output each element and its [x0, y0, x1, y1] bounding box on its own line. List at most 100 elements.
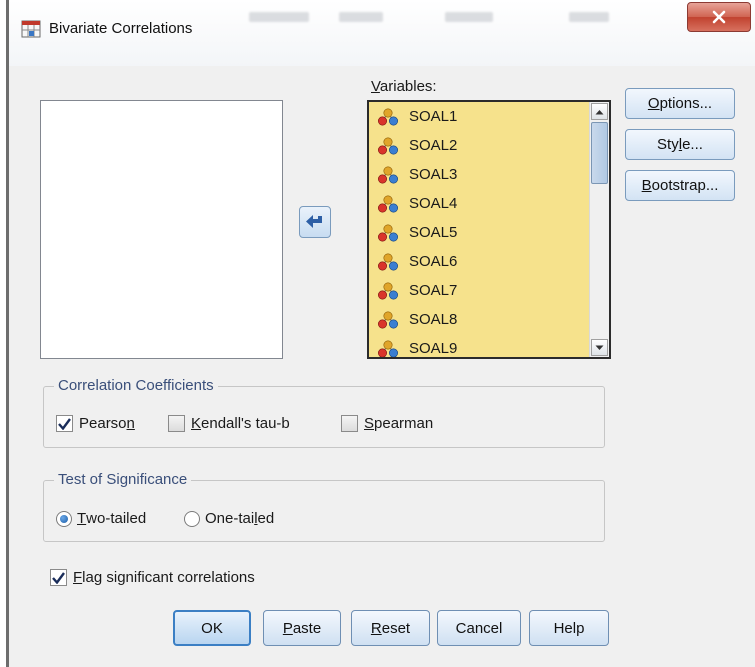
button-text: ptions... — [659, 95, 713, 112]
mnemonic-char: T — [77, 510, 87, 527]
move-variables-button[interactable] — [299, 206, 331, 238]
paste-button[interactable]: Paste — [263, 610, 341, 646]
option-text: Pearso — [79, 415, 127, 432]
button-text: Cancel — [455, 619, 503, 637]
mnemonic-char: F — [73, 569, 83, 586]
mnemonic-char: P — [282, 619, 293, 637]
help-button[interactable]: Help — [529, 610, 609, 646]
option-text: endall's tau-b — [201, 415, 290, 432]
variable-name: SOAL9 — [409, 340, 458, 357]
group-legend: Correlation Coefficients — [54, 377, 218, 394]
scale-variable-icon — [378, 224, 398, 241]
variable-items: SOAL1 SOAL2 SOAL3 SOAL4 SOAL5 SOAL6 SOAL7 SOAL8… — [369, 102, 609, 357]
variable-item[interactable]: SOAL6 — [369, 247, 609, 276]
variable-item[interactable]: SOAL7 — [369, 276, 609, 305]
mnemonic-char: S — [364, 415, 375, 432]
variable-name: SOAL1 — [409, 108, 458, 125]
mnemonic-char: n — [126, 415, 135, 432]
button-text: e... — [682, 136, 703, 153]
correlation-dialog-icon — [21, 20, 41, 38]
variable-name: SOAL7 — [409, 282, 458, 299]
scale-variable-icon — [378, 137, 398, 154]
source-variable-list[interactable] — [40, 100, 283, 359]
kendall-checkbox[interactable]: Kendall's tau-b — [168, 415, 290, 432]
scale-variable-icon — [378, 253, 398, 270]
button-text: Sty — [657, 136, 679, 153]
mnemonic-char: R — [370, 619, 382, 637]
one-tailed-radio[interactable]: One-tai l ed — [184, 510, 274, 527]
style-button[interactable]: Sty l e... — [625, 129, 735, 160]
scale-variable-icon — [378, 311, 398, 328]
pearson-checkbox[interactable]: Pearso n — [56, 415, 135, 432]
scale-variable-icon — [378, 340, 398, 357]
two-tailed-radio[interactable]: Two-tailed — [56, 510, 146, 527]
button-text: eset — [381, 619, 411, 637]
radio-button[interactable] — [184, 510, 200, 527]
spearman-checkbox[interactable]: Spearman — [341, 415, 433, 432]
variable-name: SOAL3 — [409, 166, 458, 183]
variable-item[interactable]: SOAL5 — [369, 218, 609, 247]
radio-button[interactable] — [56, 510, 72, 527]
close-button[interactable] — [687, 2, 751, 32]
checkbox-box[interactable] — [50, 569, 67, 586]
scale-variable-icon — [378, 108, 398, 125]
variable-item[interactable]: SOAL4 — [369, 189, 609, 218]
button-text: Help — [553, 619, 585, 637]
checkmark-icon — [58, 417, 71, 430]
options-button[interactable]: Options... — [625, 88, 735, 119]
scroll-down-button[interactable] — [591, 339, 608, 356]
button-text: aste — [292, 619, 322, 637]
scroll-thumb[interactable] — [591, 122, 608, 184]
scale-variable-icon — [378, 166, 398, 183]
bootstrap-button[interactable]: Bootstrap... — [625, 170, 735, 201]
variable-item[interactable]: SOAL3 — [369, 160, 609, 189]
checkmark-icon — [52, 571, 65, 584]
variable-name: SOAL6 — [409, 253, 458, 270]
mnemonic-char: V — [371, 78, 380, 95]
mnemonic-char: B — [641, 177, 652, 194]
button-text: ootstrap... — [651, 177, 719, 194]
group-legend: Test of Significance — [54, 471, 192, 488]
option-text: One-tai — [205, 510, 255, 527]
dialog-window: Bivariate Correlations Variables: SOAL1 S… — [6, 0, 755, 667]
scale-variable-icon — [378, 195, 398, 212]
label-text: ariables: — [379, 78, 437, 95]
variable-item[interactable]: SOAL9 — [369, 334, 609, 357]
checkbox-box[interactable] — [341, 415, 358, 432]
cancel-button[interactable]: Cancel — [437, 610, 521, 646]
scroll-up-button[interactable] — [591, 103, 608, 120]
flag-significant-checkbox[interactable]: Flag significant correlations — [50, 569, 255, 586]
option-text: ed — [257, 510, 275, 527]
background-blur — [249, 12, 309, 22]
dialog-title: Bivariate Correlations — [49, 20, 193, 37]
variable-item[interactable]: SOAL1 — [369, 102, 609, 131]
move-arrow-icon — [306, 215, 322, 228]
scale-variable-icon — [378, 282, 398, 299]
mnemonic-char: K — [191, 415, 202, 432]
option-text: pearman — [374, 415, 434, 432]
variable-name: SOAL2 — [409, 137, 458, 154]
option-text: lag significant correlations — [82, 569, 255, 586]
variable-item[interactable]: SOAL8 — [369, 305, 609, 334]
dialog-body: Variables: SOAL1 SOAL2 SOAL3 SOAL4 SOAL5 SOAL… — [9, 66, 755, 667]
variable-item[interactable]: SOAL2 — [369, 131, 609, 160]
background-blur — [445, 12, 493, 22]
correlation-coefficients-group: Correlation Coefficients Pearso n Kendall… — [43, 377, 605, 448]
mnemonic-char: O — [647, 95, 660, 112]
variable-name: SOAL5 — [409, 224, 458, 241]
test-of-significance-group: Test of Significance Two-tailed One-tai l… — [43, 471, 605, 542]
reset-button[interactable]: Reset — [351, 610, 430, 646]
variables-label: Variables: — [371, 78, 437, 95]
checkbox-box[interactable] — [56, 415, 73, 432]
chevron-down-icon — [595, 345, 604, 350]
target-variable-list[interactable]: SOAL1 SOAL2 SOAL3 SOAL4 SOAL5 SOAL6 SOAL7 SOAL8… — [367, 100, 611, 359]
ok-button[interactable]: OK — [173, 610, 251, 646]
close-icon — [712, 10, 726, 24]
variable-name: SOAL4 — [409, 195, 458, 212]
variable-list-scrollbar[interactable] — [589, 102, 609, 357]
checkbox-box[interactable] — [168, 415, 185, 432]
option-text: wo-tailed — [86, 510, 147, 527]
radio-selected-dot — [60, 514, 68, 523]
background-blur — [339, 12, 383, 22]
title-bar[interactable]: Bivariate Correlations — [9, 0, 755, 66]
